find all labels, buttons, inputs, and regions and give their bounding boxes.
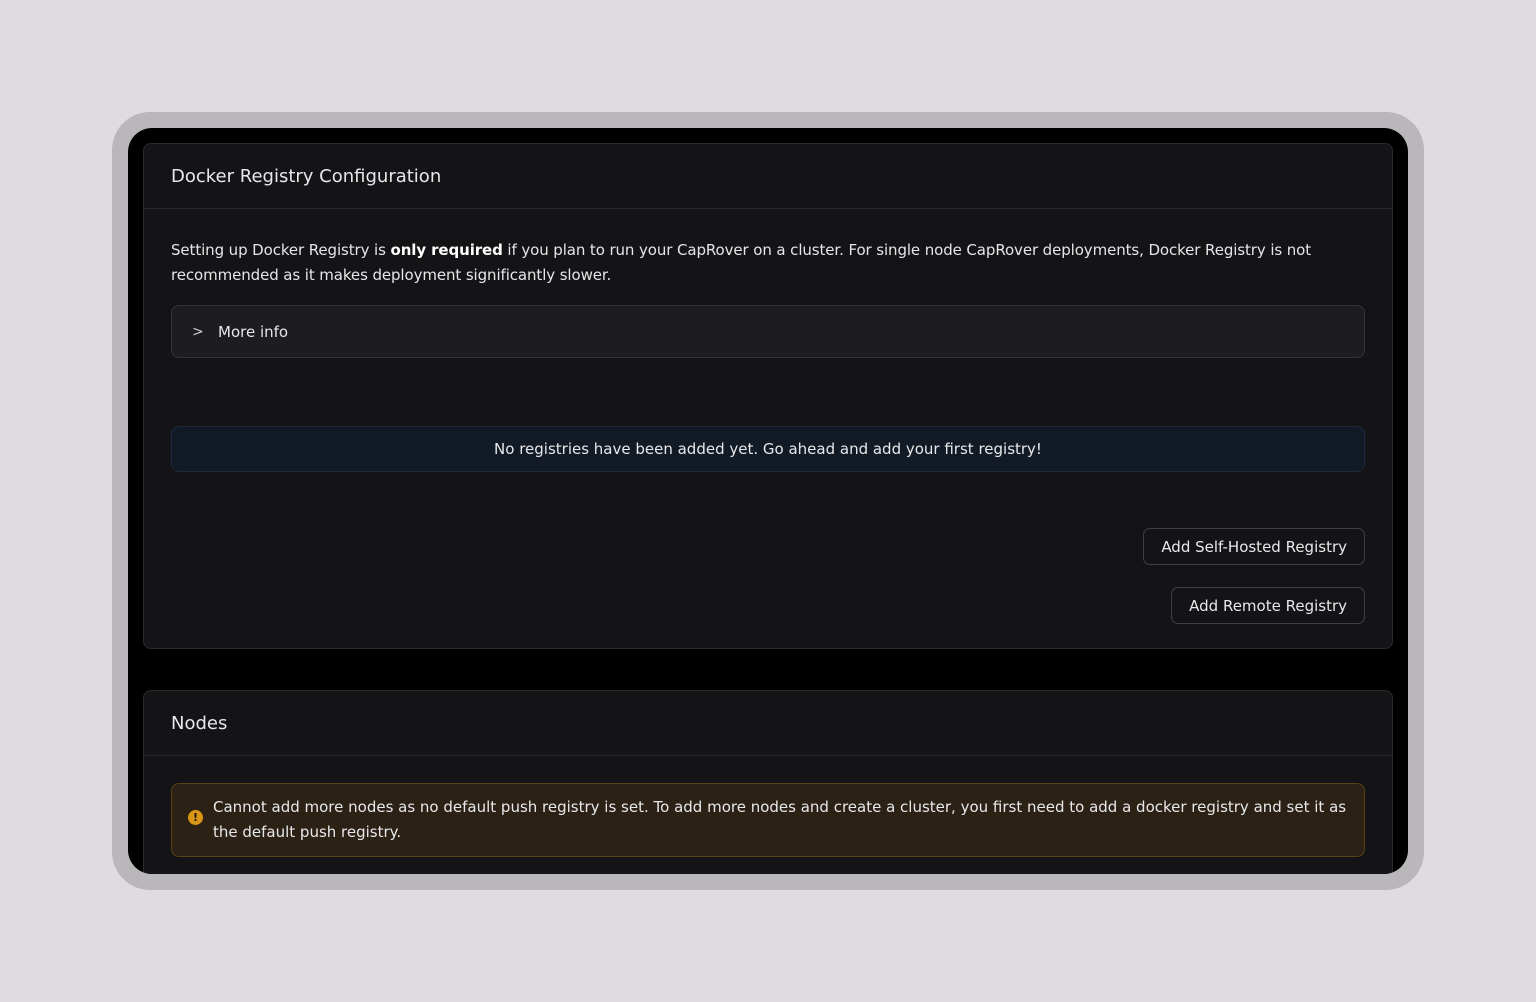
exclamation-circle-icon: !: [188, 810, 203, 825]
device-frame: Docker Registry Configuration Setting up…: [112, 112, 1424, 890]
no-push-registry-warning: ! Cannot add more nodes as no default pu…: [171, 783, 1365, 857]
registry-intro-bold: only required: [390, 241, 503, 259]
no-registries-message: No registries have been added yet. Go ah…: [494, 440, 1042, 458]
more-info-collapse[interactable]: > More info: [171, 305, 1365, 358]
nodes-card-body: ! Cannot add more nodes as no default pu…: [144, 756, 1392, 857]
no-registries-alert: No registries have been added yet. Go ah…: [171, 426, 1365, 472]
registry-intro-text: Setting up Docker Registry is only requi…: [171, 238, 1365, 288]
screen: Docker Registry Configuration Setting up…: [128, 128, 1408, 874]
warning-message: Cannot add more nodes as no default push…: [213, 798, 1347, 841]
docker-registry-card-title: Docker Registry Configuration: [144, 144, 1392, 209]
registry-intro-before: Setting up Docker Registry is: [171, 241, 391, 259]
docker-registry-card: Docker Registry Configuration Setting up…: [143, 143, 1393, 649]
add-self-hosted-row: Add Self-Hosted Registry: [171, 528, 1365, 565]
add-self-hosted-registry-button[interactable]: Add Self-Hosted Registry: [1143, 528, 1365, 565]
chevron-right-icon: >: [192, 323, 204, 340]
add-remote-registry-button[interactable]: Add Remote Registry: [1171, 587, 1365, 624]
add-remote-row: Add Remote Registry: [171, 587, 1365, 624]
nodes-card: Nodes ! Cannot add more nodes as no defa…: [143, 690, 1393, 874]
nodes-card-title: Nodes: [144, 691, 1392, 756]
more-info-label: More info: [218, 322, 289, 341]
docker-registry-card-body: Setting up Docker Registry is only requi…: [144, 209, 1392, 624]
